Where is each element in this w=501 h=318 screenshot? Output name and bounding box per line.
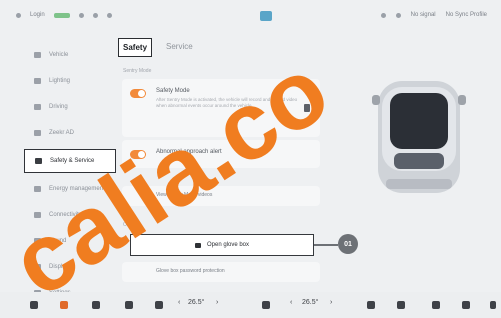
sidebar-item-vehicle[interactable]: Vehicle bbox=[24, 42, 116, 68]
tab-bar: Safety Service bbox=[118, 38, 197, 57]
music-icon[interactable] bbox=[432, 301, 440, 309]
sidebar-item-energy[interactable]: Energy management bbox=[24, 176, 116, 202]
lock-icon bbox=[106, 12, 112, 18]
videos-card[interactable]: View Sentry Mode videos bbox=[122, 186, 320, 206]
phone-icon[interactable] bbox=[155, 301, 163, 309]
seat-icon[interactable] bbox=[125, 301, 133, 309]
temp-increase-right[interactable]: › bbox=[330, 299, 332, 306]
sidebar-item-label: Vehicle bbox=[49, 52, 69, 58]
battery-icon bbox=[53, 12, 70, 18]
apps-icon[interactable] bbox=[462, 301, 470, 309]
videos-link[interactable]: View Sentry Mode videos bbox=[156, 192, 212, 198]
seat-heat-icon[interactable] bbox=[367, 301, 375, 309]
chevron-right-icon[interactable] bbox=[304, 104, 310, 112]
sidebar-item-label: Connectivity bbox=[49, 212, 82, 218]
glove-box-icon bbox=[194, 242, 201, 248]
status-left: Login bbox=[16, 12, 112, 18]
section-title: Sentry Mode bbox=[123, 68, 152, 74]
alert-title: Abnormal approach alert bbox=[156, 149, 222, 155]
password-protection-label: Glove box password protection bbox=[156, 268, 225, 274]
safety-mode-desc: After Sentry Mode is activated, the vehi… bbox=[156, 97, 298, 108]
sidebar-item-connectivity[interactable]: Connectivity bbox=[24, 202, 116, 228]
sidebar-item-display[interactable]: Display bbox=[24, 254, 116, 280]
sidebar-item-label: Display bbox=[49, 264, 69, 270]
temp-right-value: 26.5° bbox=[302, 299, 319, 306]
home-icon[interactable] bbox=[30, 301, 38, 309]
signal-label: No signal bbox=[410, 12, 436, 18]
link-icon bbox=[34, 212, 41, 218]
temp-decrease-right[interactable]: ‹ bbox=[290, 299, 292, 306]
sidebar-item-lighting[interactable]: Lighting bbox=[24, 68, 116, 94]
settings-sidebar: Vehicle Lighting Driving Zeekr AD Safety… bbox=[24, 42, 116, 306]
login-label[interactable]: Login bbox=[30, 12, 45, 18]
tab-service[interactable]: Service bbox=[162, 38, 197, 57]
car-shortcut-icon[interactable] bbox=[60, 301, 68, 309]
message-icon[interactable] bbox=[397, 301, 405, 309]
status-bar: Login No signal No Sync Profile bbox=[0, 0, 501, 34]
alert-toggle[interactable] bbox=[130, 150, 146, 159]
callout-line bbox=[314, 244, 338, 246]
safety-mode-toggle[interactable] bbox=[130, 89, 146, 98]
sound-icon bbox=[34, 238, 41, 244]
light-icon bbox=[34, 78, 41, 84]
profile-label[interactable]: No Sync Profile bbox=[446, 12, 487, 18]
sidebar-item-label: Sound bbox=[49, 238, 67, 244]
sidebar-item-label: Driving bbox=[49, 104, 68, 110]
sidebar-item-label: Lighting bbox=[49, 78, 71, 84]
temp-left-value: 26.5° bbox=[188, 299, 205, 306]
safety-mode-card: Safety Mode After Sentry Mode is activat… bbox=[122, 79, 320, 137]
display-icon bbox=[34, 264, 41, 270]
fan-icon[interactable] bbox=[92, 301, 100, 309]
status-right: No signal No Sync Profile bbox=[380, 12, 487, 18]
shield-icon bbox=[35, 158, 42, 164]
folder-icon bbox=[92, 12, 98, 18]
alert-card: Abnormal approach alert bbox=[122, 140, 320, 168]
battery-icon bbox=[34, 186, 41, 192]
app-store-icon[interactable] bbox=[260, 11, 272, 21]
sidebar-item-label: Safety & Service bbox=[50, 158, 95, 164]
taskbar bbox=[0, 292, 501, 318]
sidebar-item-zeekr-ad[interactable]: Zeekr AD bbox=[24, 120, 116, 146]
car-icon bbox=[34, 52, 41, 58]
bluetooth-icon bbox=[380, 12, 386, 18]
password-protection-card[interactable]: Glove box password protection bbox=[122, 262, 320, 282]
open-glove-box-button[interactable]: Open glove box bbox=[130, 234, 314, 256]
steering-icon bbox=[34, 104, 41, 110]
wifi-icon bbox=[78, 12, 84, 18]
user-icon bbox=[16, 12, 21, 18]
temp-decrease-left[interactable]: ‹ bbox=[178, 299, 180, 306]
other-section-label: Other bbox=[123, 222, 136, 228]
volume-icon[interactable] bbox=[490, 301, 496, 309]
safety-mode-title: Safety Mode bbox=[156, 88, 190, 94]
sidebar-item-driving[interactable]: Driving bbox=[24, 94, 116, 120]
settings-screen: Login No signal No Sync Profile Vehicle … bbox=[0, 0, 501, 318]
glove-box-label: Open glove box bbox=[206, 242, 250, 248]
callout-badge: 01 bbox=[338, 234, 358, 254]
sidebar-item-label: Energy management bbox=[49, 186, 105, 192]
sidebar-item-label: Zeekr AD bbox=[49, 130, 75, 136]
tab-safety[interactable]: Safety bbox=[118, 38, 153, 57]
signal-icon bbox=[395, 12, 401, 18]
fan-speed-icon[interactable] bbox=[262, 301, 270, 309]
car-top-view-image bbox=[372, 81, 466, 193]
sidebar-item-safety-service[interactable]: Safety & Service bbox=[24, 149, 116, 173]
sidebar-item-sound[interactable]: Sound bbox=[24, 228, 116, 254]
assist-icon bbox=[34, 130, 41, 136]
temp-increase-left[interactable]: › bbox=[216, 299, 218, 306]
